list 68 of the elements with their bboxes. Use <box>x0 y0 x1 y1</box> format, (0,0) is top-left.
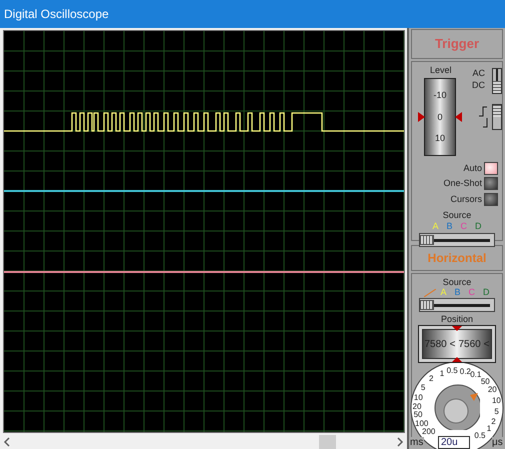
dial-mark: 10 <box>492 396 501 405</box>
mode-label: One-Shot <box>443 177 482 190</box>
channel-label: C <box>460 220 468 232</box>
dial-mark: 20 <box>488 386 497 394</box>
mode-label: Auto <box>463 162 482 175</box>
channel-label: B <box>454 287 461 298</box>
mode-button[interactable] <box>484 162 498 175</box>
channel-label: C <box>468 287 476 298</box>
trigger-title: Trigger <box>434 35 480 54</box>
channel-label: B <box>446 220 453 232</box>
scroll-left-icon[interactable] <box>3 437 11 447</box>
level-mark: 0 <box>437 112 442 122</box>
mode-button[interactable] <box>484 177 498 190</box>
dial-mark: 2 <box>491 418 496 426</box>
level-pointer-icon <box>418 112 462 122</box>
dial-mark: 200 <box>422 428 436 436</box>
source-label: Source <box>442 277 472 287</box>
position-reading: < <box>450 338 456 352</box>
channel-label: D <box>475 220 482 232</box>
slider-thumb[interactable] <box>420 300 434 310</box>
timebase-field[interactable]: 20u <box>438 436 470 449</box>
slope-switch[interactable] <box>492 104 502 130</box>
dial-mark: 1 <box>440 370 444 378</box>
channel-label: D <box>483 287 490 298</box>
coupling-label: DC <box>472 78 485 91</box>
channel-label: A <box>440 287 446 298</box>
position-reading: 7560 <box>458 338 481 352</box>
position-reading: 7580 <box>424 338 447 352</box>
source-slider[interactable] <box>419 232 495 247</box>
level-label: Level <box>430 64 452 77</box>
dial-mark: 1 <box>486 424 492 433</box>
dial-mark: 0.1 <box>470 371 482 380</box>
mode-label: Cursors <box>450 192 482 206</box>
scrollbar-thumb[interactable] <box>319 435 336 449</box>
position-label: Position <box>440 314 474 325</box>
dial-mark: 0.5 <box>446 367 458 376</box>
source-slider[interactable] <box>419 298 495 312</box>
channel-label: A <box>432 220 438 232</box>
dial-mark: 5 <box>420 384 426 392</box>
position-drum[interactable]: 7580 < 7560 < <box>418 325 496 363</box>
dial-mark: 5 <box>494 408 499 416</box>
dial-mark: 10 <box>414 394 423 402</box>
dial-mark: 0.5 <box>474 432 486 440</box>
slider-thumb[interactable] <box>420 234 434 245</box>
ramp-icon <box>424 288 436 296</box>
timebase-knob[interactable] <box>434 384 480 430</box>
horizontal-title: Horizontal <box>428 250 486 268</box>
dial-mark: 50 <box>414 411 422 420</box>
level-drum[interactable]: -10 0 10 <box>424 78 456 156</box>
switch-thumb[interactable] <box>493 104 501 117</box>
slope-icon <box>478 106 488 128</box>
switch-slot[interactable] <box>493 80 501 93</box>
unit-label: μs <box>492 437 504 449</box>
unit-label: ms <box>410 437 424 449</box>
dial-mark: 20 <box>412 403 422 411</box>
switch-slot[interactable] <box>493 68 501 81</box>
position-reading: < <box>484 338 490 352</box>
window-title: Digital Oscilloscope <box>4 6 109 23</box>
scroll-right-icon[interactable] <box>396 437 404 447</box>
coupling-label: AC <box>472 66 485 79</box>
dial-mark: 0.2 <box>460 368 471 376</box>
dial-mark: 2 <box>429 375 434 384</box>
dial-mark: 50 <box>480 378 490 386</box>
level-mark: 10 <box>434 132 445 143</box>
dial-mark: 100 <box>415 420 428 428</box>
level-mark: -10 <box>433 90 446 100</box>
mode-button[interactable] <box>484 192 498 206</box>
source-label: Source <box>442 210 472 220</box>
